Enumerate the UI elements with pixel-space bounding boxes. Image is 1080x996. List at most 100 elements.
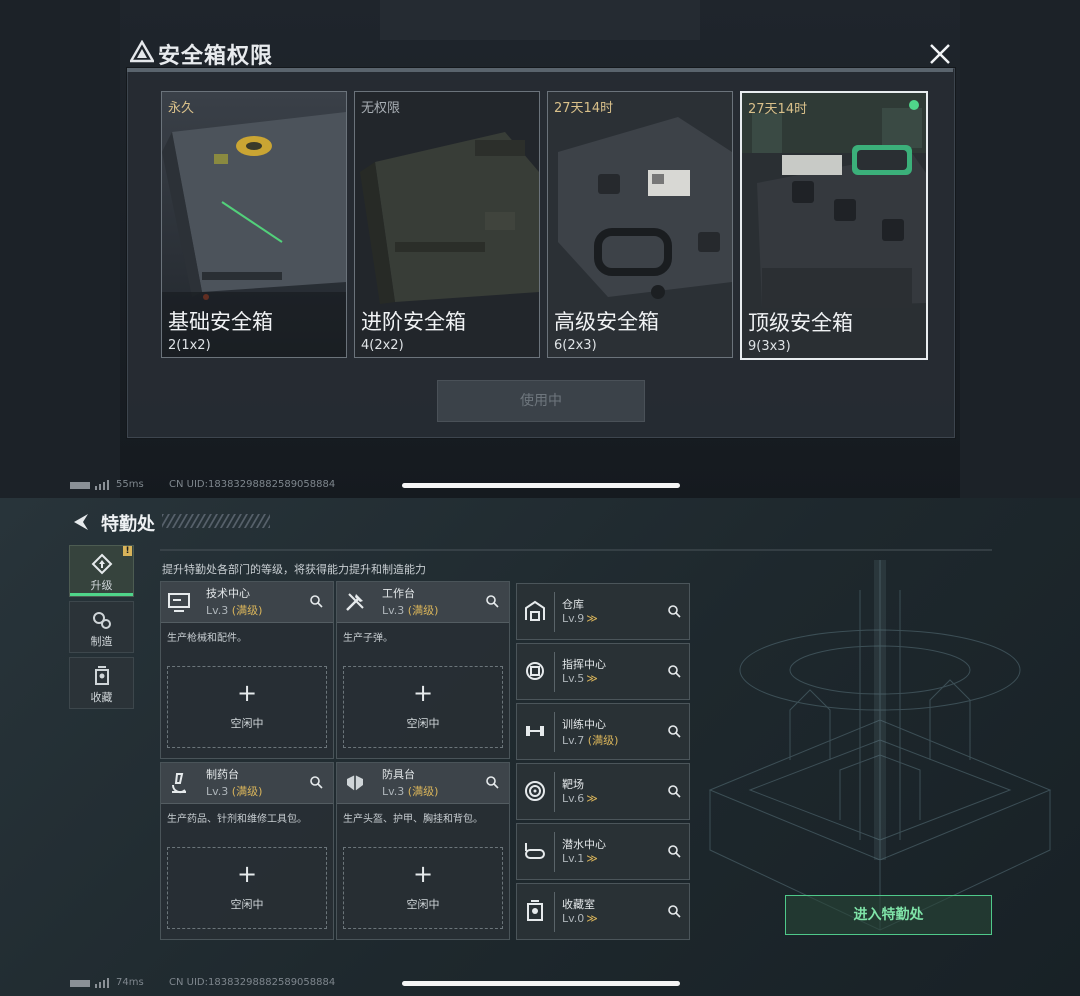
department-training-center[interactable]: 训练中心 Lv.7 (满级): [516, 703, 690, 760]
upgradable-chevron-icon: ≫: [586, 912, 598, 925]
uid-label: CN UID:18383298882589058884: [169, 479, 336, 490]
tab-label: 升级: [90, 579, 113, 592]
chip-icon: [526, 662, 544, 680]
slot-status: 空闲中: [406, 898, 440, 911]
facility-level: Lv.3 (满级): [382, 604, 439, 617]
back-arrow-icon[interactable]: [70, 512, 92, 532]
active-tab-indicator: [70, 593, 133, 596]
tools-icon: [346, 593, 364, 611]
safebox-card-top[interactable]: 27天14时 顶级安全箱 9(3x3): [740, 91, 928, 360]
diving-mask-icon: [525, 843, 545, 859]
home-indicator[interactable]: [402, 981, 680, 986]
department-level: Lv.5 ≫: [562, 672, 598, 685]
facility-description: 生产药品、针剂和维修工具包。: [167, 814, 307, 825]
facility-header: 工作台 Lv.3 (满级): [337, 582, 509, 623]
facility-description: 生产枪械和配件。: [167, 633, 247, 644]
department-level: Lv.1 ≫: [562, 852, 598, 865]
department-warehouse[interactable]: 仓库 Lv.9 ≫: [516, 583, 690, 640]
facility-level: Lv.3 (满级): [206, 604, 263, 617]
department-diving-center[interactable]: 潜水中心 Lv.1 ≫: [516, 823, 690, 880]
facility-description: 生产头盔、护甲、胸挂和背包。: [343, 814, 483, 825]
ping-label: 55ms: [116, 479, 144, 490]
home-indicator[interactable]: [402, 483, 680, 488]
microscope-icon: [171, 773, 186, 794]
dialog-title: 安全箱权限: [158, 44, 274, 69]
battery-signal-icon: [70, 480, 109, 490]
row-separator: [554, 592, 555, 632]
page-subtitle: 提升特勤处各部门的等级，将获得能力提升和制造能力: [162, 563, 426, 576]
department-command-center[interactable]: 指挥中心 Lv.5 ≫: [516, 643, 690, 700]
production-slot[interactable]: + 空闲中: [343, 666, 503, 748]
department-level: Lv.6 ≫: [562, 792, 598, 805]
safebox-card-premium[interactable]: 27天14时 高级安全箱 6(2x3): [547, 91, 733, 358]
search-icon[interactable]: [667, 904, 681, 918]
tab-collection[interactable]: 收藏: [69, 657, 134, 709]
production-slot[interactable]: + 空闲中: [167, 666, 327, 748]
collection-icon: [95, 666, 109, 685]
row-separator: [554, 772, 555, 812]
slot-status: 空闲中: [230, 898, 264, 911]
tab-label: 收藏: [90, 691, 113, 704]
search-icon[interactable]: [667, 724, 681, 738]
row-separator: [554, 652, 555, 692]
search-icon[interactable]: [667, 664, 681, 678]
facility-workbench[interactable]: 工作台 Lv.3 (满级) 生产子弹。 + 空闲中: [336, 581, 510, 759]
tab-craft[interactable]: 制造: [69, 601, 134, 653]
department-name: 收藏室: [562, 898, 595, 911]
facility-name: 工作台: [382, 587, 415, 600]
facility-name: 防具台: [382, 768, 415, 781]
department-name: 靶场: [562, 778, 584, 791]
tab-upgrade[interactable]: 升级 !: [69, 545, 134, 597]
close-icon[interactable]: [924, 38, 956, 70]
slot-status: 空闲中: [230, 717, 264, 730]
department-level: Lv.7 (满级): [562, 734, 619, 747]
search-icon[interactable]: [309, 775, 323, 789]
card-capacity: 4(2x2): [361, 338, 404, 353]
plus-icon: +: [236, 860, 258, 888]
ping-label: 74ms: [116, 977, 144, 988]
facility-pharmacy[interactable]: 制药台 Lv.3 (满级) 生产药品、针剂和维修工具包。 + 空闲中: [160, 762, 334, 940]
facility-tech-center[interactable]: 技术中心 Lv.3 (满级) 生产枪械和配件。 + 空闲中: [160, 581, 334, 759]
card-duration-tag: 无权限: [361, 101, 401, 116]
page-title: 特勤处: [101, 514, 155, 535]
production-slot[interactable]: + 空闲中: [167, 847, 327, 929]
card-name: 进阶安全箱: [361, 310, 466, 334]
search-icon[interactable]: [309, 594, 323, 608]
card-duration-tag: 永久: [168, 101, 195, 116]
department-collection-room[interactable]: 收藏室 Lv.0 ≫: [516, 883, 690, 940]
plus-icon: +: [236, 679, 258, 707]
department-name: 训练中心: [562, 718, 606, 731]
card-name: 基础安全箱: [168, 310, 273, 334]
battery-signal-icon: [70, 978, 109, 988]
facility-armor-bench[interactable]: 防具台 Lv.3 (满级) 生产头盔、护甲、胸挂和背包。 + 空闲中: [336, 762, 510, 940]
card-capacity: 2(1x2): [168, 338, 211, 353]
safebox-card-advanced[interactable]: 无权限 进阶安全箱 4(2x2): [354, 91, 540, 358]
title-stripe-decoration: [162, 514, 270, 528]
search-icon[interactable]: [667, 784, 681, 798]
card-name: 顶级安全箱: [748, 311, 853, 335]
search-icon[interactable]: [485, 775, 499, 789]
card-name: 高级安全箱: [554, 310, 659, 334]
facility-description: 生产子弹。: [343, 633, 393, 644]
notification-badge: !: [123, 546, 132, 556]
safebox-card-basic[interactable]: 永久 基础安全箱 2(1x2): [161, 91, 347, 358]
search-icon[interactable]: [667, 844, 681, 858]
production-slot[interactable]: + 空闲中: [343, 847, 503, 929]
card-capacity: 6(2x3): [554, 338, 597, 353]
department-name: 潜水中心: [562, 838, 606, 851]
department-shooting-range[interactable]: 靶场 Lv.6 ≫: [516, 763, 690, 820]
facility-level: Lv.3 (满级): [206, 785, 263, 798]
enter-special-ops-button[interactable]: 进入特勤处: [785, 895, 992, 935]
facility-header: 技术中心 Lv.3 (满级): [161, 582, 333, 623]
upgradable-chevron-icon: ≫: [586, 792, 598, 805]
row-separator: [554, 832, 555, 872]
facility-header: 制药台 Lv.3 (满级): [161, 763, 333, 804]
uid-label: CN UID:18383298882589058884: [169, 977, 336, 988]
facility-header: 防具台 Lv.3 (满级): [337, 763, 509, 804]
search-icon[interactable]: [667, 604, 681, 618]
dumbbell-icon: [526, 726, 544, 736]
in-use-button[interactable]: 使用中: [437, 380, 645, 422]
search-icon[interactable]: [485, 594, 499, 608]
row-separator: [554, 712, 555, 752]
tab-label: 制造: [90, 635, 113, 648]
